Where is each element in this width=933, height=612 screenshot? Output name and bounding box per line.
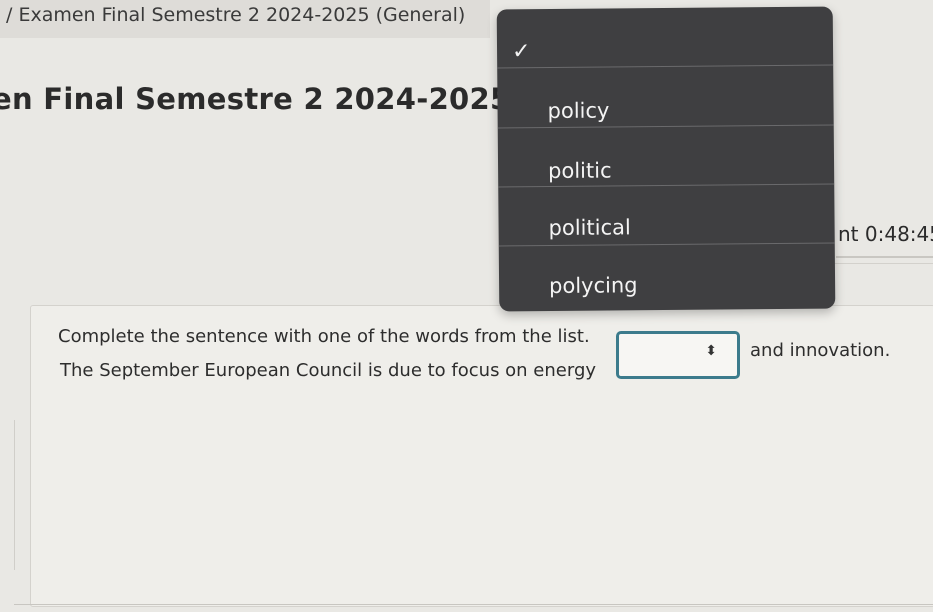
question-instruction: Complete the sentence with one of the wo… <box>58 326 590 347</box>
word-options-dropdown[interactable]: ✓ policy politic political polycing <box>496 6 836 312</box>
option-policy[interactable]: policy <box>547 98 609 123</box>
option-political[interactable]: political <box>548 215 630 240</box>
breadcrumb[interactable]: / Examen Final Semestre 2 2024-2025 (Gen… <box>6 4 465 26</box>
option-politic[interactable]: politic <box>548 158 612 183</box>
bottom-divider <box>14 604 933 605</box>
sentence-text-before: The September European Council is due to… <box>60 360 597 381</box>
word-select[interactable]: ⬍ <box>616 331 740 379</box>
sentence-text-after: and innovation. <box>750 340 891 361</box>
header-divider <box>830 263 933 264</box>
checkmark-icon: ✓ <box>511 39 531 65</box>
option-polycing[interactable]: polycing <box>549 273 638 298</box>
select-updown-icon: ⬍ <box>705 343 717 359</box>
dropdown-separator <box>497 64 834 69</box>
timer-display: nt 0:48:45 <box>838 222 933 246</box>
left-panel-edge <box>0 420 15 570</box>
dropdown-separator <box>498 242 835 247</box>
dropdown-separator <box>497 124 834 129</box>
page-title: en Final Semestre 2 2024-2025 (G <box>0 82 559 116</box>
dropdown-separator <box>498 183 835 188</box>
timer-divider <box>836 256 933 258</box>
